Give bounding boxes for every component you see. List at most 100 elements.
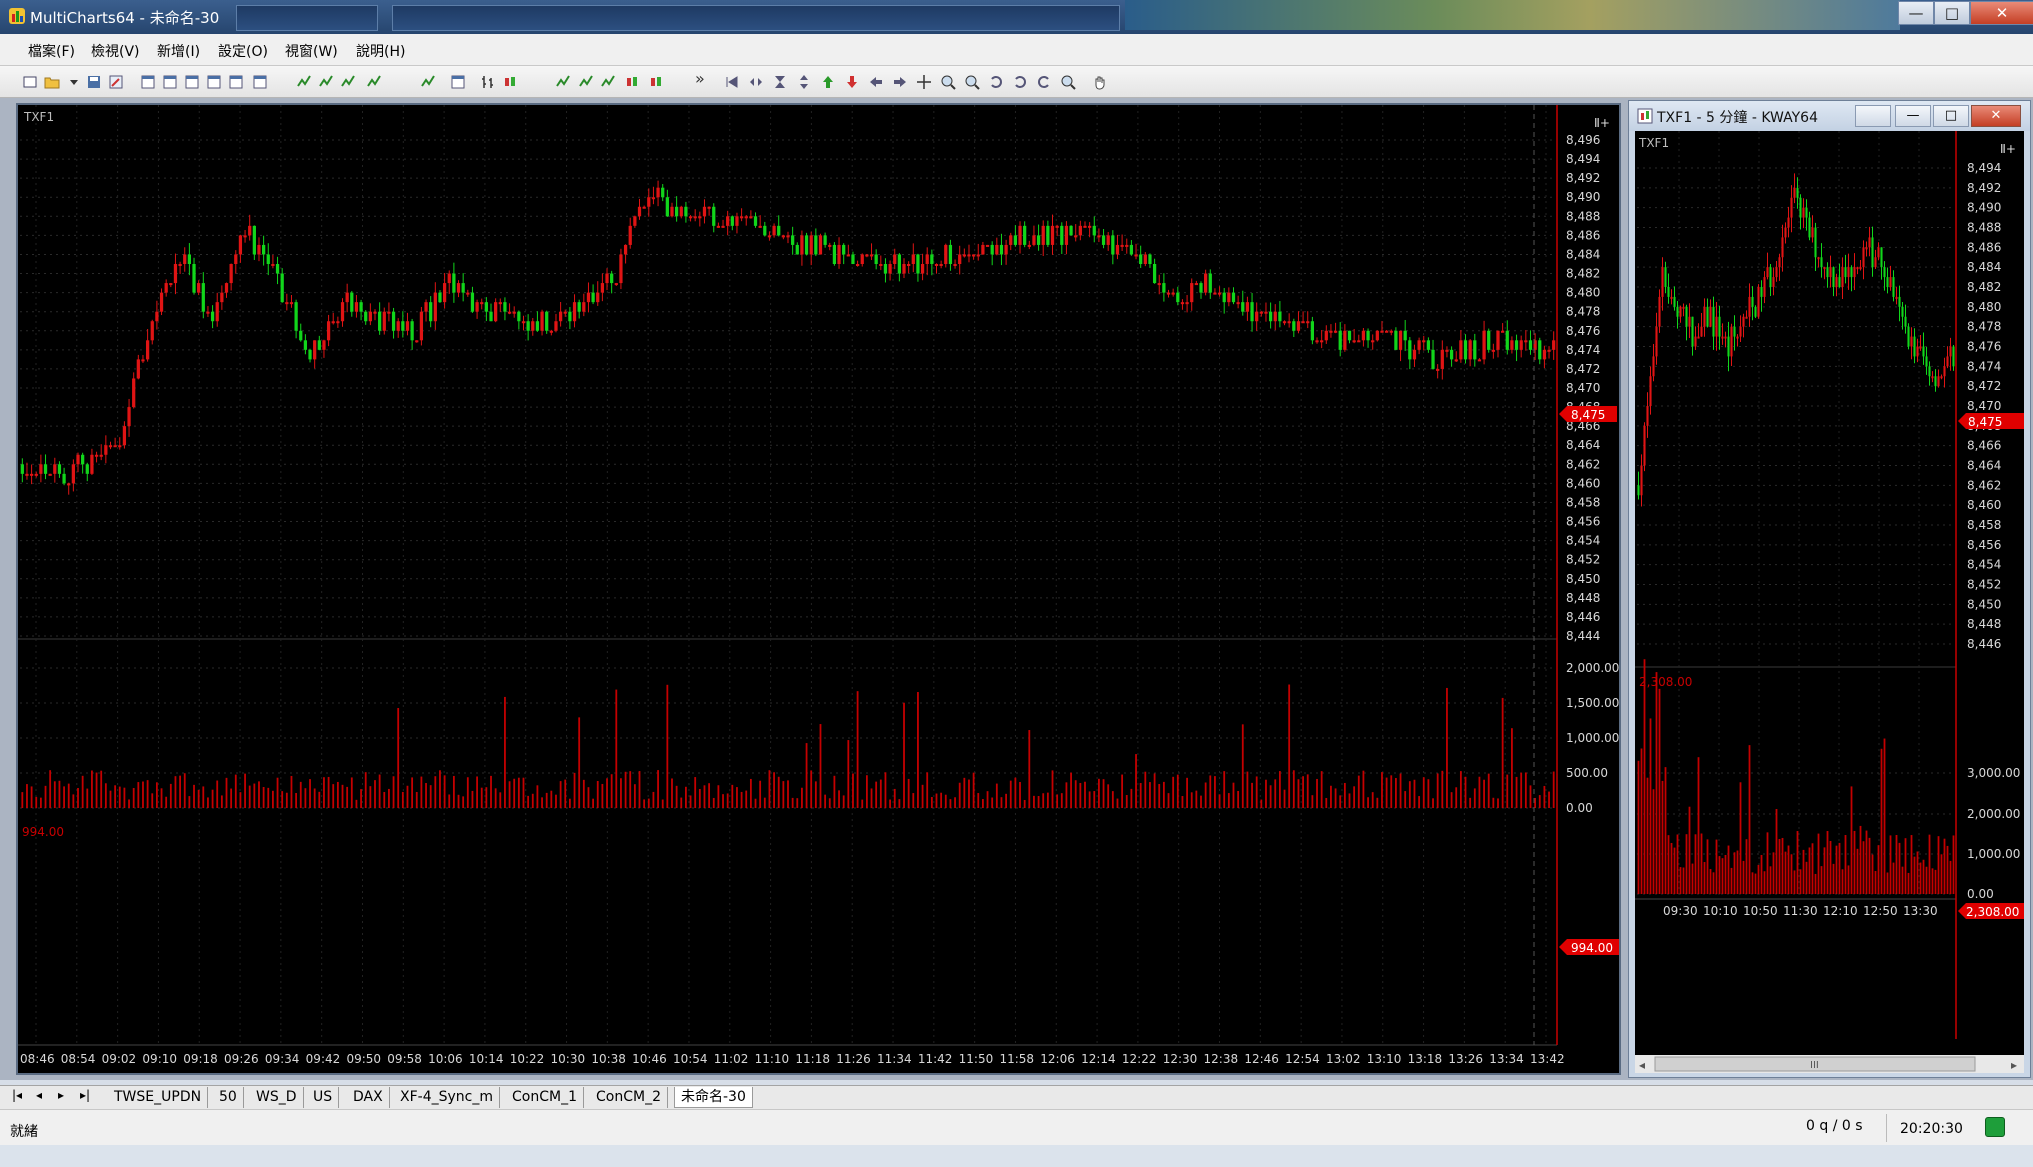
arrow-right-icon[interactable] (892, 74, 908, 90)
price-bar-body (1036, 235, 1041, 245)
close-button[interactable]: ✕ (1970, 1, 2033, 25)
volume-bar (926, 772, 929, 808)
secondary-maximize-button[interactable]: □ (1933, 105, 1969, 127)
price-bar-body (1655, 326, 1658, 357)
price-bar-body (169, 283, 173, 286)
zoom-vertical-icon[interactable] (796, 74, 812, 90)
volume-bar (1769, 866, 1772, 894)
arrow-up-icon[interactable] (820, 74, 836, 90)
next-sheet-icon[interactable]: ▸ (58, 1088, 64, 1102)
first-sheet-icon[interactable]: |◂ (12, 1088, 22, 1102)
price-bar-body (749, 216, 753, 219)
window-icon[interactable] (228, 74, 244, 90)
main-chart-window[interactable]: TXF1 Ⅱ+ 994.00 8,496 8,494 8,492 8,490 8,488… (16, 103, 1621, 1075)
sheet-tab[interactable]: DAX (347, 1087, 390, 1108)
crosshair-icon[interactable] (916, 74, 932, 90)
price-bar-body (1889, 277, 1892, 287)
undo-icon[interactable] (988, 74, 1004, 90)
scroll-start-icon[interactable] (724, 74, 740, 90)
price-bar-body (81, 454, 85, 465)
line-chart-icon[interactable] (555, 74, 571, 90)
sheet-tab[interactable]: WS_D (250, 1087, 304, 1108)
reset-zoom-icon[interactable] (1060, 74, 1076, 90)
sheet-tab[interactable]: ConCM_2 (590, 1087, 668, 1108)
indicator-icon[interactable] (420, 74, 436, 90)
window-icon[interactable] (184, 74, 200, 90)
menu-insert[interactable]: 新增(I) (157, 41, 200, 61)
candlestick-icon[interactable] (502, 74, 518, 90)
horizontal-scrollbar[interactable]: III ◂ ▸ (1635, 1055, 2024, 1073)
indicator-icon[interactable] (296, 74, 312, 90)
edit-icon[interactable] (108, 74, 124, 90)
menu-view[interactable]: 檢視(V) (91, 41, 140, 61)
redo-icon[interactable] (1036, 74, 1052, 90)
price-bar-body (1679, 306, 1682, 317)
kagi-icon[interactable] (648, 74, 664, 90)
dropdown-arrow-icon[interactable] (66, 74, 82, 90)
menu-window[interactable]: 視窗(W) (285, 41, 338, 61)
minimize-button[interactable]: — (1898, 1, 1934, 25)
secondary-minimize-button[interactable]: — (1895, 105, 1931, 127)
menu-file[interactable]: 檔案(F) (28, 41, 75, 61)
volume-bar (1125, 795, 1128, 808)
zoom-out-icon[interactable] (964, 74, 980, 90)
window-icon[interactable] (140, 74, 156, 90)
strategy-icon[interactable] (366, 74, 382, 90)
window-icon[interactable] (206, 74, 222, 90)
volume-bar (657, 770, 659, 808)
volume-bar (1937, 836, 1940, 894)
sheet-tab[interactable]: US (307, 1087, 340, 1108)
secondary-chart-area[interactable]: TXF1 Ⅱ+ 2,308.00 8,494 8,492 8,490 8,488 8,4… (1635, 131, 2024, 1073)
indicator-icon[interactable] (340, 74, 356, 90)
maximize-button[interactable]: □ (1934, 1, 1970, 25)
scroll-right-icon[interactable]: ▸ (2011, 1058, 2017, 1072)
last-sheet-icon[interactable]: ▸| (80, 1088, 90, 1102)
window-icon[interactable] (450, 74, 466, 90)
sheet-tab[interactable]: 50 (213, 1087, 244, 1108)
zoom-bars-icon[interactable] (748, 74, 764, 90)
main-price-chart[interactable]: TXF1 Ⅱ+ 994.00 8,496 8,494 8,492 8,490 8,488… (18, 105, 1619, 1073)
scrollbar-grip-icon: III (1810, 1060, 1819, 1071)
scroll-left-icon[interactable]: ◂ (1639, 1058, 1645, 1072)
menu-settings[interactable]: 設定(O) (218, 41, 268, 61)
sheet-tab[interactable]: TWSE_UPDN (108, 1087, 209, 1108)
price-bar-body (90, 454, 94, 474)
sheet-tab[interactable]: XF-4_Sync_m (394, 1087, 500, 1108)
volume-bar (1643, 659, 1646, 894)
arrow-down-icon[interactable] (844, 74, 860, 90)
save-icon[interactable] (86, 74, 102, 90)
secondary-price-chart[interactable]: TXF1 Ⅱ+ 2,308.00 8,4948,4928,4908,4888,4… (1635, 131, 2024, 1073)
volume-bar (1880, 748, 1883, 894)
volume-bar (30, 786, 33, 808)
toolbar-overflow-icon[interactable]: » (695, 69, 705, 88)
volume-bar (1357, 775, 1360, 808)
price-bar-body (1491, 349, 1495, 352)
secondary-chart-window[interactable]: TXF1 - 5 分鐘 - KWAY64 — □ ✕ TXF1 Ⅱ+ 2,308… (1628, 100, 2031, 1078)
window-icon[interactable] (162, 74, 178, 90)
window-icon[interactable] (252, 74, 268, 90)
new-workspace-icon[interactable] (22, 74, 38, 90)
prev-sheet-icon[interactable]: ◂ (36, 1088, 42, 1102)
volume-bar (1023, 799, 1026, 808)
secondary-window-titlebar[interactable]: TXF1 - 5 分鐘 - KWAY64 — □ ✕ (1629, 101, 2030, 131)
indicator-icon[interactable] (318, 74, 334, 90)
marker-label[interactable]: Ⅱ+ (2000, 142, 2016, 156)
refresh-icon[interactable] (1012, 74, 1028, 90)
sheet-tab[interactable]: ConCM_1 (506, 1087, 584, 1108)
menu-help[interactable]: 說明(H) (356, 41, 405, 61)
price-bar-body (155, 311, 159, 322)
renko-icon[interactable] (624, 74, 640, 90)
marker-label[interactable]: Ⅱ+ (1594, 116, 1610, 130)
hourglass-icon[interactable] (772, 74, 788, 90)
arrow-left-icon[interactable] (868, 74, 884, 90)
point-figure-icon[interactable] (600, 74, 616, 90)
sheet-tab-active[interactable]: 未命名-30 (674, 1087, 753, 1108)
hand-pan-icon[interactable] (1092, 74, 1108, 90)
zoom-in-icon[interactable] (940, 74, 956, 90)
line-chart-icon[interactable] (578, 74, 594, 90)
bar-chart-icon[interactable] (480, 74, 496, 90)
open-folder-icon[interactable] (44, 74, 60, 90)
volume-bar (963, 777, 966, 808)
secondary-close-button[interactable]: ✕ (1971, 105, 2021, 127)
restore-down-icon[interactable] (1855, 105, 1891, 127)
